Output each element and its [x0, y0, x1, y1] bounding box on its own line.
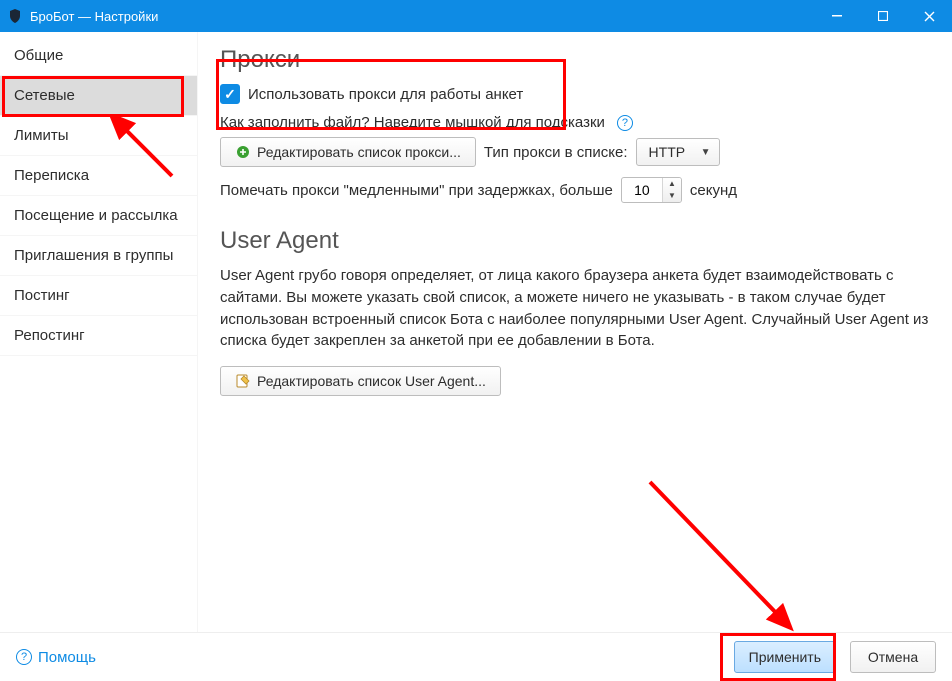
help-icon: ? [16, 649, 32, 665]
proxy-hint-text: Как заполнить файл? Наведите мышкой для … [220, 114, 605, 131]
edit-icon [235, 373, 251, 389]
cancel-button[interactable]: Отмена [850, 641, 936, 673]
button-label: Редактировать список прокси... [257, 144, 461, 160]
sidebar-item-label: Лимиты [14, 127, 69, 144]
user-agent-description: User Agent грубо говоря определяет, от л… [220, 265, 930, 352]
help-link[interactable]: ? Помощь [16, 649, 96, 666]
maximize-button[interactable] [860, 0, 906, 32]
sidebar-item-label: Общие [14, 47, 63, 64]
sidebar-item-label: Переписка [14, 167, 89, 184]
close-button[interactable] [906, 0, 952, 32]
footer: ? Помощь Применить Отмена [0, 632, 952, 681]
sidebar-item-general[interactable]: Общие [0, 36, 197, 76]
sidebar-item-label: Посещение и рассылка [14, 207, 178, 224]
sidebar-item-label: Репостинг [14, 327, 85, 344]
sidebar: Общие Сетевые Лимиты Переписка Посещение… [0, 32, 198, 632]
slow-proxy-seconds-input[interactable]: ▲ ▼ [621, 177, 682, 203]
sidebar-item-label: Постинг [14, 287, 70, 304]
minimize-button[interactable] [814, 0, 860, 32]
proxy-heading: Прокси [220, 46, 930, 74]
proxy-type-label: Тип прокси в списке: [484, 144, 628, 161]
edit-icon [235, 144, 251, 160]
sidebar-item-network[interactable]: Сетевые [0, 76, 197, 116]
apply-button[interactable]: Применить [734, 641, 836, 673]
window-title: БроБот — Настройки [30, 9, 158, 24]
edit-proxy-list-button[interactable]: Редактировать список прокси... [220, 137, 476, 167]
help-icon[interactable]: ? [617, 115, 633, 131]
edit-user-agent-list-button[interactable]: Редактировать список User Agent... [220, 366, 501, 396]
sidebar-item-label: Приглашения в группы [14, 247, 173, 264]
select-value: HTTP [649, 144, 686, 160]
sidebar-item-label: Сетевые [14, 87, 75, 104]
slow-proxy-label-suffix: секунд [690, 182, 737, 199]
use-proxy-row: ✓ Использовать прокси для работы анкет [220, 84, 930, 104]
sidebar-item-group-invites[interactable]: Приглашения в группы [0, 236, 197, 276]
use-proxy-checkbox[interactable]: ✓ [220, 84, 240, 104]
button-label: Редактировать список User Agent... [257, 373, 486, 389]
slow-proxy-label-prefix: Помечать прокси "медленными" при задержк… [220, 182, 613, 199]
content-panel: Прокси ✓ Использовать прокси для работы … [198, 32, 952, 632]
button-label: Отмена [868, 649, 918, 665]
proxy-type-select[interactable]: HTTP ▼ [636, 138, 720, 166]
help-label: Помощь [38, 649, 96, 666]
use-proxy-label: Использовать прокси для работы анкет [248, 86, 523, 103]
slow-seconds-value[interactable] [622, 178, 662, 202]
user-agent-heading: User Agent [220, 227, 930, 255]
button-label: Применить [749, 649, 821, 665]
sidebar-item-visiting[interactable]: Посещение и рассылка [0, 196, 197, 236]
app-icon [6, 7, 24, 25]
sidebar-item-messaging[interactable]: Переписка [0, 156, 197, 196]
sidebar-item-reposting[interactable]: Репостинг [0, 316, 197, 356]
chevron-down-icon: ▼ [701, 147, 711, 158]
titlebar: БроБот — Настройки [0, 0, 952, 32]
sidebar-item-posting[interactable]: Постинг [0, 276, 197, 316]
sidebar-item-limits[interactable]: Лимиты [0, 116, 197, 156]
spin-down-icon[interactable]: ▼ [663, 190, 681, 202]
spin-up-icon[interactable]: ▲ [663, 178, 681, 190]
